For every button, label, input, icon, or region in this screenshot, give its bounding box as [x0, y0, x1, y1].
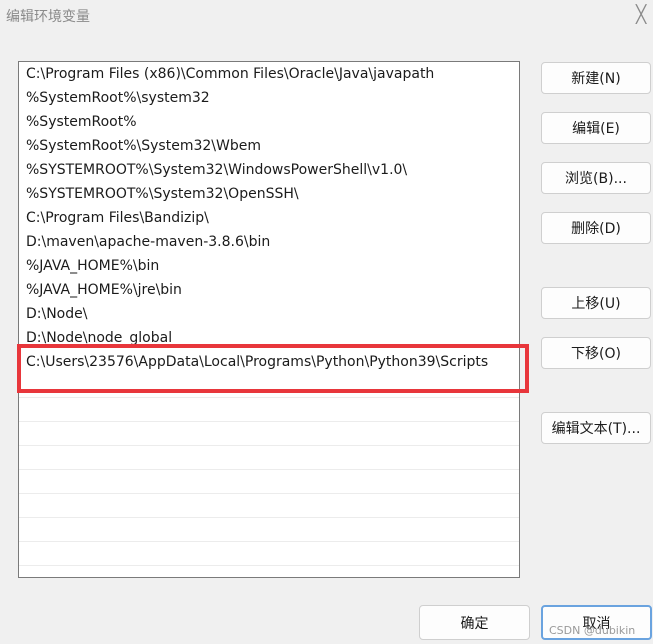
path-item[interactable]: C:\Users\23576\AppData\Local\Programs\Py…	[19, 350, 519, 374]
delete-button[interactable]: 删除(D)	[541, 212, 651, 244]
path-item[interactable]: D:\maven\apache-maven-3.8.6\bin	[19, 230, 519, 254]
path-item[interactable]: %JAVA_HOME%\bin	[19, 254, 519, 278]
empty-row[interactable]	[19, 374, 519, 398]
window-title: 编辑环境变量	[6, 9, 90, 25]
empty-row[interactable]	[19, 470, 519, 494]
close-icon[interactable]: ╳	[636, 5, 646, 25]
edit-text-button[interactable]: 编辑文本(T)...	[541, 412, 651, 444]
path-item[interactable]: %SystemRoot%\System32\Wbem	[19, 134, 519, 158]
path-item[interactable]: %SystemRoot%\system32	[19, 86, 519, 110]
path-item[interactable]: %JAVA_HOME%\jre\bin	[19, 278, 519, 302]
browse-button[interactable]: 浏览(B)...	[541, 162, 651, 194]
path-item[interactable]: D:\Node\	[19, 302, 519, 326]
empty-row[interactable]	[19, 542, 519, 566]
new-button[interactable]: 新建(N)	[541, 62, 651, 94]
path-item[interactable]: %SYSTEMROOT%\System32\WindowsPowerShell\…	[19, 158, 519, 182]
move-up-button[interactable]: 上移(U)	[541, 287, 651, 319]
path-list[interactable]: C:\Program Files (x86)\Common Files\Orac…	[18, 61, 520, 578]
path-item[interactable]: %SYSTEMROOT%\System32\OpenSSH\	[19, 182, 519, 206]
empty-row[interactable]	[19, 446, 519, 470]
empty-row[interactable]	[19, 494, 519, 518]
ok-button[interactable]: 确定	[419, 605, 530, 640]
empty-row[interactable]	[19, 518, 519, 542]
path-item[interactable]: %SystemRoot%	[19, 110, 519, 134]
path-item[interactable]: C:\Program Files (x86)\Common Files\Orac…	[19, 62, 519, 86]
empty-row[interactable]	[19, 398, 519, 422]
watermark: CSDN @dubikin	[549, 624, 636, 637]
move-down-button[interactable]: 下移(O)	[541, 337, 651, 369]
empty-row[interactable]	[19, 422, 519, 446]
path-item[interactable]: D:\Node\node_global	[19, 326, 519, 350]
path-item[interactable]: C:\Program Files\Bandizip\	[19, 206, 519, 230]
edit-button[interactable]: 编辑(E)	[541, 112, 651, 144]
